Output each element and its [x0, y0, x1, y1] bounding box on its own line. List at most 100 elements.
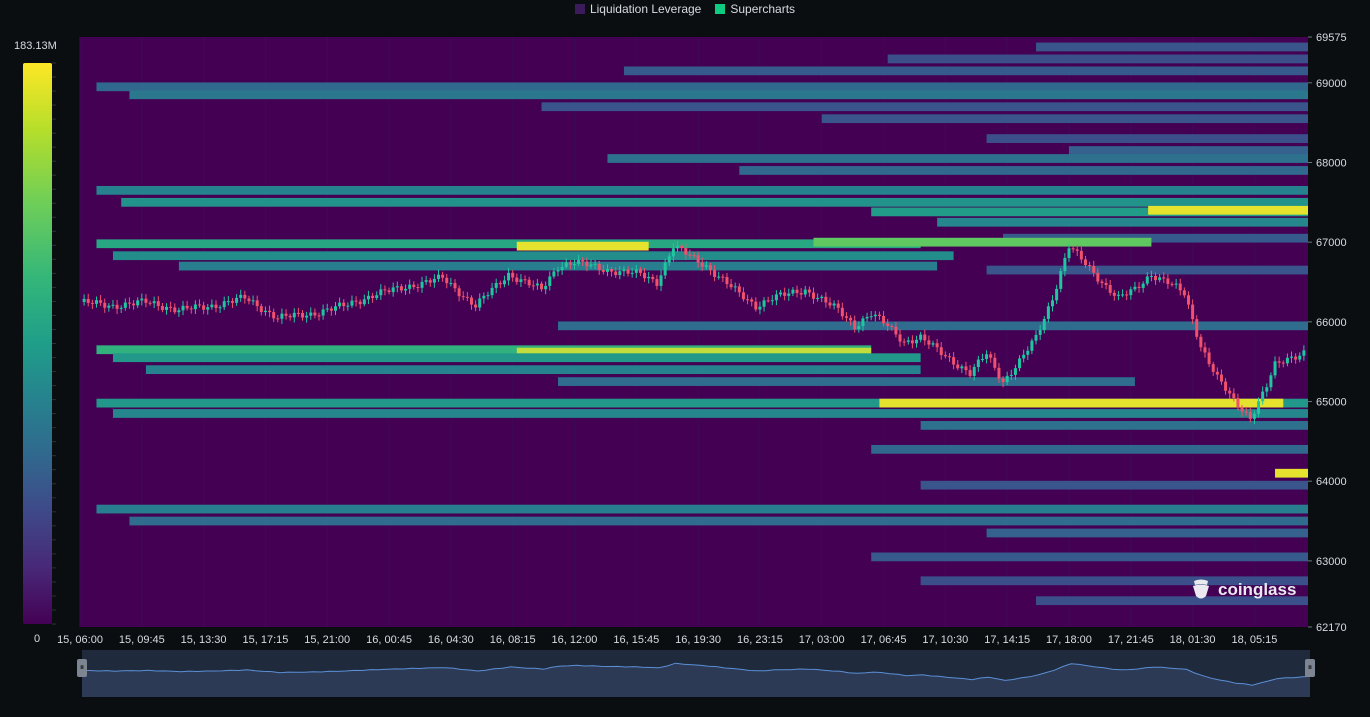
candle-body — [272, 312, 276, 319]
candle-body — [296, 312, 300, 314]
candle-body — [169, 306, 173, 308]
candle-body — [222, 301, 226, 308]
candle-body — [976, 359, 980, 367]
liquidation-band — [821, 114, 1308, 124]
y-tick-label: 64000 — [1316, 476, 1347, 488]
x-tick-label: 17, 06:45 — [861, 634, 907, 646]
candle-body — [1013, 368, 1017, 375]
liquidation-band — [813, 237, 1152, 247]
candle-body — [638, 269, 642, 273]
candle-body — [342, 302, 346, 307]
candle-body — [404, 288, 408, 291]
candle-body — [663, 262, 667, 276]
candle-body — [704, 265, 708, 267]
candle-body — [1088, 265, 1092, 267]
candle-body — [86, 298, 90, 303]
x-tick-label: 17, 21:45 — [1108, 634, 1154, 646]
candle-body — [560, 266, 564, 271]
candle-body — [1285, 357, 1289, 364]
y-tick-label: 62170 — [1316, 622, 1347, 634]
candle-body — [1046, 306, 1050, 319]
candle-body — [877, 314, 881, 317]
candle-body — [832, 303, 836, 306]
candle-body — [82, 298, 86, 302]
candle-body — [420, 281, 424, 288]
x-tick-label: 17, 14:15 — [984, 634, 1030, 646]
candle-body — [523, 279, 527, 281]
navigator-right-handle[interactable]: ⏸ — [1305, 659, 1315, 677]
liquidation-heatmap-chart[interactable]: 69575 69000 68000 67000 66000 65000 64000 63000… — [0, 0, 1370, 717]
candle-body — [177, 310, 181, 313]
candle-body — [317, 315, 321, 317]
candle-body — [807, 289, 811, 293]
liquidation-band — [986, 134, 1308, 143]
candle-body — [1034, 334, 1038, 341]
candle-body — [1182, 290, 1186, 296]
candle-body — [502, 280, 506, 285]
y-tick-label: 68000 — [1316, 157, 1347, 169]
candle-body — [309, 312, 313, 316]
candle-body — [412, 284, 416, 288]
candle-body — [535, 283, 539, 286]
liquidation-band — [871, 552, 1308, 562]
candle-body — [939, 347, 943, 356]
candle-body — [432, 278, 436, 283]
liquidation-band — [96, 185, 1308, 195]
candle-body — [1207, 352, 1211, 365]
candle-body — [1141, 283, 1145, 288]
candle-body — [292, 312, 296, 318]
candle-body — [531, 285, 535, 287]
candle-body — [737, 286, 741, 293]
candle-body — [766, 300, 770, 302]
candle-body — [1092, 265, 1096, 273]
x-tick-label: 17, 03:00 — [799, 634, 845, 646]
candle-body — [1281, 362, 1285, 364]
candle-body — [643, 272, 647, 279]
time-navigator[interactable] — [82, 650, 1311, 697]
navigator-left-handle[interactable]: ⏸ — [77, 659, 87, 677]
candle-body — [474, 304, 478, 308]
y-tick-label: 65000 — [1316, 397, 1347, 409]
candle-body — [568, 262, 572, 265]
x-tick-label: 15, 17:15 — [242, 634, 288, 646]
x-tick-label: 15, 09:45 — [119, 634, 165, 646]
candle-body — [1129, 289, 1133, 296]
candle-body — [865, 316, 869, 319]
liquidation-band — [112, 409, 1309, 418]
liquidation-band — [96, 504, 1308, 514]
candle-body — [1228, 390, 1232, 394]
candle-body — [630, 272, 634, 274]
candle-body — [478, 298, 482, 308]
candle-body — [931, 343, 935, 345]
candle-body — [1116, 294, 1120, 296]
candle-body — [144, 298, 148, 303]
liquidation-band — [1275, 468, 1308, 478]
liquidation-band — [1148, 205, 1308, 215]
candle-body — [193, 304, 197, 310]
candle-body — [676, 245, 680, 249]
candle-body — [441, 274, 445, 278]
y-tick-label: 69000 — [1316, 78, 1347, 90]
candle-body — [1022, 354, 1026, 359]
candle-body — [943, 355, 947, 357]
candle-body — [1104, 282, 1108, 285]
candle-body — [1186, 295, 1190, 305]
candle-body — [494, 283, 498, 288]
liquidation-band — [607, 154, 1308, 163]
candle-body — [230, 301, 234, 303]
candle-body — [346, 305, 350, 307]
candle-body — [824, 296, 828, 303]
candle-body — [507, 272, 511, 281]
candle-body — [1232, 393, 1236, 399]
candle-body — [1273, 361, 1277, 376]
candle-body — [119, 307, 123, 309]
candle-body — [1154, 275, 1158, 281]
x-tick-label: 15, 06:00 — [57, 634, 103, 646]
candle-body — [671, 248, 675, 257]
candle-body — [770, 300, 774, 302]
candle-body — [243, 294, 247, 299]
candle-body — [1244, 411, 1248, 413]
candle-body — [556, 270, 560, 272]
candle-body — [1038, 330, 1042, 335]
y-tick-label: 66000 — [1316, 317, 1347, 329]
